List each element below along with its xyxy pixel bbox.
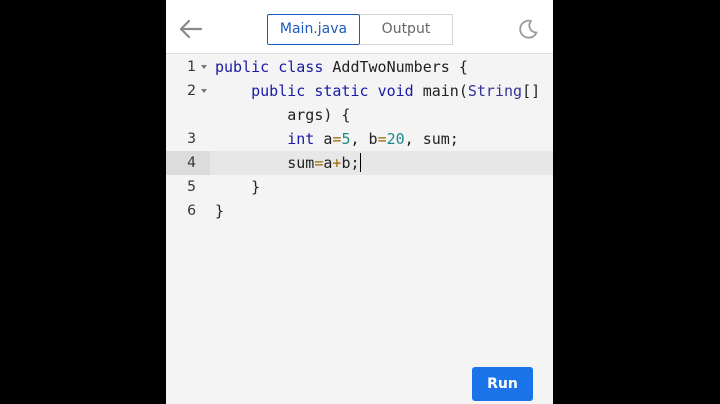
line-number: 6 <box>187 203 196 219</box>
text-cursor <box>359 153 361 172</box>
code-token: class <box>278 58 324 76</box>
code-line-active[interactable]: 4 sum=a+b; <box>166 151 553 175</box>
theme-toggle-button[interactable] <box>517 18 539 40</box>
code-token: 20 <box>386 130 405 148</box>
code-text: sum=a+b; <box>215 151 361 175</box>
code-token: a <box>314 130 333 148</box>
code-token: args) { <box>215 106 351 124</box>
file-tabs: Main.java Output <box>267 14 453 45</box>
line-gutter: 6 <box>166 199 210 223</box>
line-number: 5 <box>187 179 196 195</box>
code-line[interactable]: 3 int a=5, b=20, sum; <box>166 127 553 151</box>
code-token: [] <box>522 82 541 100</box>
line-gutter: 3 <box>166 127 210 151</box>
code-line[interactable]: 5 } <box>166 175 553 199</box>
line-number: 1 <box>187 59 196 75</box>
moon-icon <box>519 19 538 39</box>
fold-toggle-icon[interactable] <box>201 65 207 69</box>
code-token: void <box>377 82 414 100</box>
code-token: , sum; <box>404 130 459 148</box>
line-gutter: 5 <box>166 175 210 199</box>
code-token: String <box>467 82 523 100</box>
code-line[interactable]: 6} <box>166 199 553 223</box>
code-editor[interactable]: 1 public class AddTwoNumbers {2 public st… <box>166 55 553 355</box>
code-text: public class AddTwoNumbers { <box>215 55 468 79</box>
code-token: int <box>287 130 315 148</box>
code-line[interactable]: 2 public static void main(String[] <box>166 79 553 103</box>
line-gutter: 4 <box>166 151 210 175</box>
line-gutter: 1 <box>166 55 210 79</box>
code-text: } <box>215 199 224 223</box>
code-token: public <box>215 58 270 76</box>
fold-toggle-icon[interactable] <box>201 89 207 93</box>
back-button[interactable] <box>178 16 204 42</box>
line-number: 2 <box>187 83 196 99</box>
line-gutter: 2 <box>166 79 210 103</box>
code-token: = <box>377 130 387 148</box>
code-text: args) { <box>215 103 350 127</box>
line-number: 4 <box>187 155 196 171</box>
code-token: , b <box>350 130 378 148</box>
code-token: } <box>215 178 261 196</box>
line-gutter <box>166 103 210 127</box>
code-line[interactable]: args) { <box>166 103 553 127</box>
code-token: b; <box>341 154 360 172</box>
code-token: sum <box>215 154 315 172</box>
code-text: public static void main(String[] <box>215 79 540 103</box>
code-token: public <box>251 82 306 100</box>
code-line[interactable]: 1 public class AddTwoNumbers { <box>166 55 553 79</box>
code-text: } <box>215 175 260 199</box>
tab-output[interactable]: Output <box>360 14 453 45</box>
top-bar: Main.java Output <box>166 0 553 54</box>
code-token: main( <box>413 82 468 100</box>
arrow-left-icon <box>179 19 203 39</box>
code-token: AddTwoNumbers { <box>323 58 468 76</box>
code-token: } <box>215 202 225 220</box>
code-text: int a=5, b=20, sum; <box>215 127 459 151</box>
phone-screen: Main.java Output 1 public class AddTwoNum… <box>166 0 553 404</box>
line-number: 3 <box>187 131 196 147</box>
tab-main-java[interactable]: Main.java <box>267 14 360 45</box>
code-token: static <box>314 82 369 100</box>
run-button[interactable]: Run <box>472 367 533 401</box>
